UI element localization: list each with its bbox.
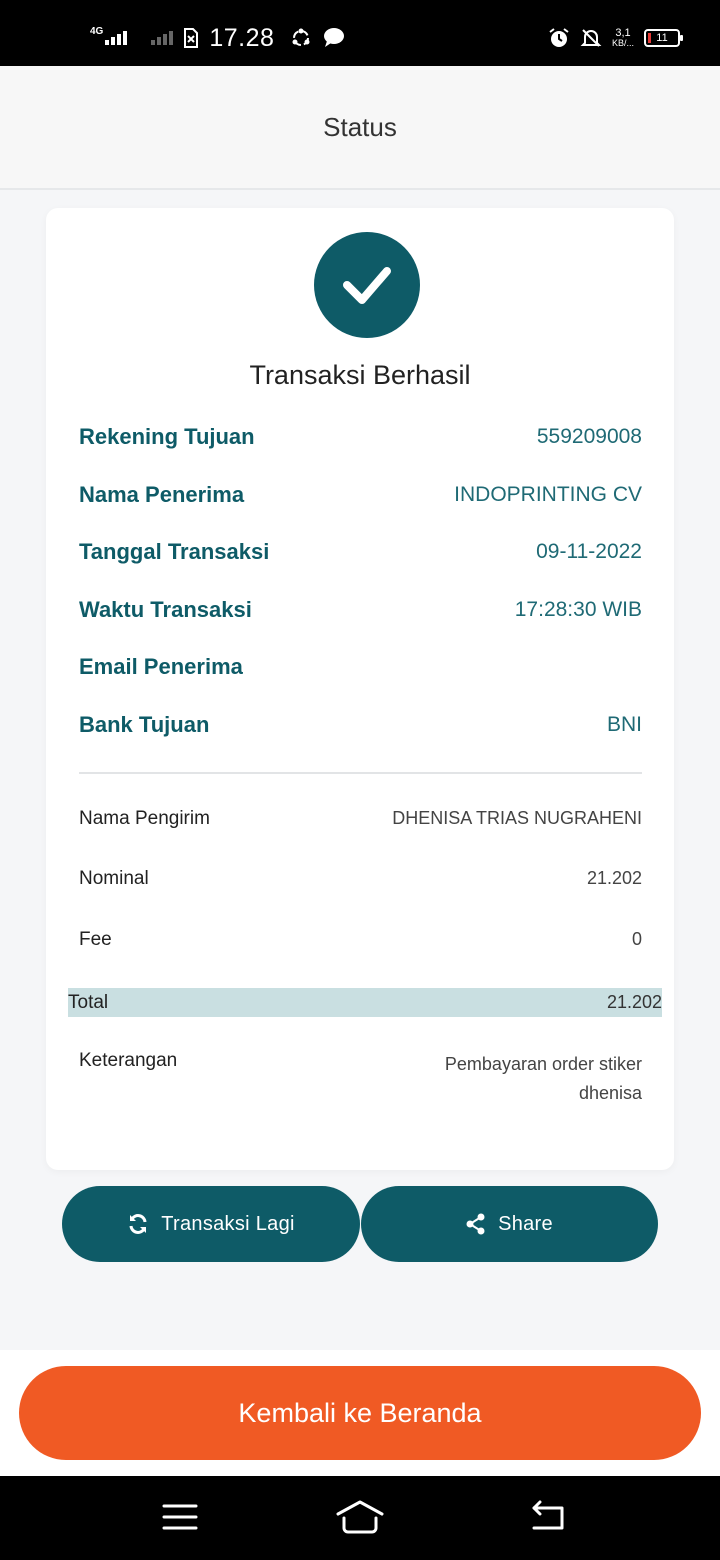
total-label: Total (68, 991, 109, 1013)
detail-label: Tanggal Transaksi (79, 539, 270, 564)
detail-label: Rekening Tujuan (79, 424, 255, 449)
summary-row-fee: Fee 0 (79, 929, 642, 951)
status-bar: 4G 17.28 3,1 KB/... 11 (0, 0, 720, 66)
app-header: Status (0, 66, 720, 190)
chat-bubble-icon (324, 28, 345, 47)
kembali-ke-beranda-button[interactable]: Kembali ke Beranda (19, 1366, 701, 1460)
section-divider (79, 772, 642, 774)
signal-sim2-icon (151, 31, 174, 45)
detail-value: BNI (606, 713, 642, 736)
sync-icon (292, 28, 310, 46)
detail-row-date: Tanggal Transaksi 09-11-2022 (79, 534, 642, 570)
net-speed: 3,1 KB/... (611, 27, 634, 49)
summary-value: Pembayaran order stiker dhenisa (444, 1054, 642, 1103)
transaksi-lagi-button[interactable]: Transaksi Lagi (62, 1186, 360, 1262)
summary-value: 0 (631, 929, 642, 949)
detail-value: INDOPRINTING CV (454, 483, 642, 506)
total-row: Total 21.202 (68, 988, 662, 1017)
system-nav-bar (0, 1476, 720, 1560)
mute-bell-icon (580, 29, 602, 47)
receipt-card: Transaksi Berhasil Rekening Tujuan 55920… (46, 208, 674, 1170)
no-sim-icon (184, 28, 199, 48)
detail-label: Waktu Transaksi (79, 597, 252, 622)
battery-icon: 11 (644, 29, 683, 47)
transaksi-lagi-label: Transaksi Lagi (161, 1212, 295, 1235)
detail-label: Email Penerima (79, 654, 243, 679)
bottom-action-bar: Kembali ke Beranda (0, 1350, 720, 1476)
check-icon (343, 267, 391, 304)
summary-label: Nominal (79, 868, 149, 889)
status-bar-right: 3,1 KB/... 11 (548, 20, 683, 56)
signal-4g-icon: 4G (90, 26, 128, 45)
summary-label: Fee (79, 929, 112, 950)
detail-row-time: Waktu Transaksi 17:28:30 WIB (79, 592, 642, 628)
success-badge (314, 232, 420, 338)
summary-row-sender: Nama Pengirim DHENISA TRIAS NUGRAHENI (79, 808, 642, 830)
summary-value: DHENISA TRIAS NUGRAHENI (392, 808, 642, 828)
status-bar-left: 4G 17.28 (90, 20, 346, 56)
back-icon[interactable] (528, 1500, 568, 1534)
summary-row-nominal: Nominal 21.202 (79, 868, 642, 890)
detail-row-email: Email Penerima (79, 649, 642, 685)
detail-value: 09-11-2022 (536, 540, 642, 563)
share-icon (466, 1213, 485, 1235)
detail-label: Bank Tujuan (79, 712, 210, 737)
detail-row-account: Rekening Tujuan 559209008 (79, 419, 642, 455)
detail-value: 559209008 (536, 425, 642, 448)
detail-row-bank: Bank Tujuan BNI (79, 707, 642, 743)
summary-row-note: Keterangan Pembayaran order stiker dheni… (79, 1050, 642, 1108)
menu-icon[interactable] (160, 1500, 200, 1534)
page-title: Status (323, 111, 397, 142)
total-value: 21.202 (606, 992, 662, 1012)
summary-label: Keterangan (79, 1050, 178, 1071)
share-label: Share (498, 1212, 553, 1235)
refresh-icon (129, 1214, 147, 1234)
status-time: 17.28 (209, 23, 275, 52)
summary-label: Nama Pengirim (79, 808, 210, 829)
detail-row-recipient: Nama Penerima INDOPRINTING CV (79, 477, 642, 513)
network-type: 4G (90, 26, 104, 37)
result-title: Transaksi Berhasil (249, 360, 471, 390)
battery-level: 11 (656, 32, 668, 44)
share-button[interactable]: Share (361, 1186, 658, 1262)
summary-value: 21.202 (586, 868, 642, 888)
detail-value: 17:28:30 WIB (514, 598, 642, 621)
home-icon[interactable] (336, 1500, 384, 1534)
detail-label: Nama Penerima (79, 482, 245, 507)
alarm-icon (549, 28, 569, 47)
